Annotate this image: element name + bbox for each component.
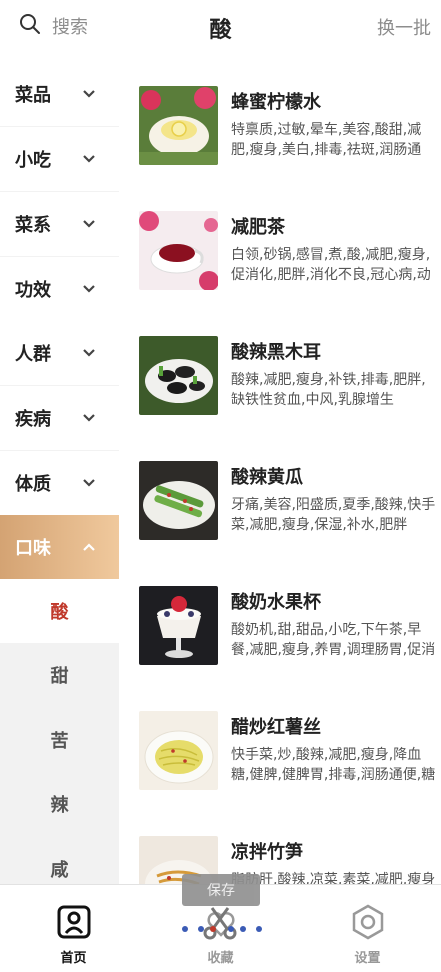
sidebar-item-taste[interactable]: 口味 — [0, 515, 119, 579]
sidebar-item-label: 体质 — [15, 474, 51, 495]
recipe-name: 凉拌竹笋 — [231, 842, 303, 863]
recipe-card[interactable]: 凉拌竹笋 脂肪肝,酸辣,凉菜,素菜,减肥,瘦身 — [119, 836, 441, 884]
recipe-image — [139, 461, 218, 540]
chevron-down-icon — [83, 285, 95, 293]
chevron-down-icon — [83, 155, 95, 163]
recipe-card[interactable]: 酸奶水果杯 酸奶机,甜,甜品,小吃,下午茶,早餐,减肥,瘦身,养胃,调理肠胃,促… — [119, 586, 441, 711]
sidebar-item-label: 人群 — [15, 344, 51, 365]
recipe-tags: 酸辣,减肥,瘦身,补铁,排毒,肥胖,缺铁性贫血,中风,乳腺增生 — [231, 372, 426, 408]
recipe-list: 蜂蜜柠檬水 特禀质,过敏,晕车,美容,酸甜,减肥,瘦身,美白,排毒,祛斑,润肠通… — [119, 62, 441, 884]
sidebar-item-snacks[interactable]: 小吃 — [0, 127, 119, 191]
taste-option-bitter[interactable]: 苦 — [0, 708, 119, 772]
sidebar-item-constitution[interactable]: 体质 — [0, 451, 119, 515]
recipe-tags: 脂肪肝,酸辣,凉菜,素菜,减肥,瘦身 — [231, 872, 436, 884]
recipe-card[interactable]: 减肥茶 白领,砂锅,感冒,煮,酸,减肥,瘦身,促消化,肥胖,消化不良,冠心病,动… — [119, 211, 441, 336]
category-sidebar: 菜品 小吃 菜系 功效 人群 疾病 体质 口味 酸 甜 苦 辣 咸 — [0, 62, 119, 884]
recipe-card[interactable]: 蜂蜜柠檬水 特禀质,过敏,晕车,美容,酸甜,减肥,瘦身,美白,排毒,祛斑,润肠通… — [119, 86, 441, 211]
nav-home-label: 首页 — [60, 951, 87, 966]
recipe-name: 醋炒红薯丝 — [231, 717, 321, 738]
recipe-name: 酸辣黑木耳 — [231, 342, 321, 363]
nav-settings[interactable]: 设置 — [294, 885, 441, 972]
chevron-down-icon — [83, 479, 95, 487]
recipe-tags: 牙痛,美容,阳盛质,夏季,酸辣,快手菜,减肥,瘦身,保湿,补水,肥胖 — [231, 497, 436, 533]
sidebar-item-label: 小吃 — [15, 150, 51, 171]
recipe-card[interactable]: 酸辣黄瓜 牙痛,美容,阳盛质,夏季,酸辣,快手菜,减肥,瘦身,保湿,补水,肥胖 — [119, 461, 441, 586]
nav-home[interactable]: 首页 — [0, 885, 147, 972]
sidebar-item-label: 菜系 — [15, 215, 51, 236]
refresh-batch-button[interactable]: 换一批 — [377, 14, 431, 40]
recipe-name: 酸奶水果杯 — [231, 592, 321, 613]
recipe-image — [139, 86, 218, 165]
sidebar-item-label: 菜品 — [15, 85, 51, 106]
chevron-down-icon — [83, 220, 95, 228]
recipe-name: 酸辣黄瓜 — [231, 467, 303, 488]
sidebar-item-effects[interactable]: 功效 — [0, 257, 119, 321]
page-title: 酸 — [209, 18, 232, 43]
scissors-icon[interactable] — [200, 902, 240, 942]
chevron-down-icon — [83, 90, 95, 98]
recipe-card[interactable]: 酸辣黑木耳 酸辣,减肥,瘦身,补铁,排毒,肥胖,缺铁性贫血,中风,乳腺增生 — [119, 336, 441, 461]
taste-option-salty[interactable]: 咸 — [0, 837, 119, 884]
recipe-image — [139, 211, 218, 290]
sidebar-item-dishes[interactable]: 菜品 — [0, 62, 119, 126]
chevron-down-icon — [83, 414, 95, 422]
nav-favorites-label: 收藏 — [207, 951, 234, 966]
sidebar-item-label: 功效 — [15, 280, 51, 301]
progress-dots — [182, 926, 262, 932]
chevron-up-icon — [83, 543, 95, 551]
recipe-card[interactable]: 醋炒红薯丝 快手菜,炒,酸辣,减肥,瘦身,降血糖,健脾,健脾胃,排毒,润肠通便,… — [119, 711, 441, 836]
sidebar-item-groups[interactable]: 人群 — [0, 321, 119, 385]
recipe-tags: 酸奶机,甜,甜品,小吃,下午茶,早餐,减肥,瘦身,养胃,调理肠胃,促消化, — [231, 622, 436, 658]
sidebar-item-diseases[interactable]: 疾病 — [0, 386, 119, 450]
recipe-tags: 快手菜,炒,酸辣,减肥,瘦身,降血糖,健脾,健脾胃,排毒,润肠通便,糖尿 — [231, 747, 436, 783]
nav-settings-label: 设置 — [354, 951, 381, 966]
app-header: 搜索 酸 换一批 — [0, 0, 441, 62]
recipe-image — [139, 711, 218, 790]
recipe-name: 蜂蜜柠檬水 — [231, 92, 321, 113]
settings-icon — [352, 904, 384, 940]
home-icon — [57, 905, 91, 939]
recipe-name: 减肥茶 — [231, 217, 285, 238]
sidebar-item-label: 疾病 — [15, 409, 51, 430]
taste-option-sweet[interactable]: 甜 — [0, 643, 119, 707]
sidebar-item-label: 口味 — [15, 538, 51, 559]
taste-option-sour[interactable]: 酸 — [0, 579, 119, 643]
recipe-tags: 特禀质,过敏,晕车,美容,酸甜,减肥,瘦身,美白,排毒,祛斑,润肠通便,祛 — [231, 122, 422, 158]
taste-option-spicy[interactable]: 辣 — [0, 772, 119, 836]
sidebar-item-cuisines[interactable]: 菜系 — [0, 192, 119, 256]
recipe-tags: 白领,砂锅,感冒,煮,酸,减肥,瘦身,促消化,肥胖,消化不良,冠心病,动脉 — [231, 247, 431, 283]
chevron-down-icon — [83, 349, 95, 357]
recipe-image — [139, 336, 218, 415]
recipe-image — [139, 586, 218, 665]
